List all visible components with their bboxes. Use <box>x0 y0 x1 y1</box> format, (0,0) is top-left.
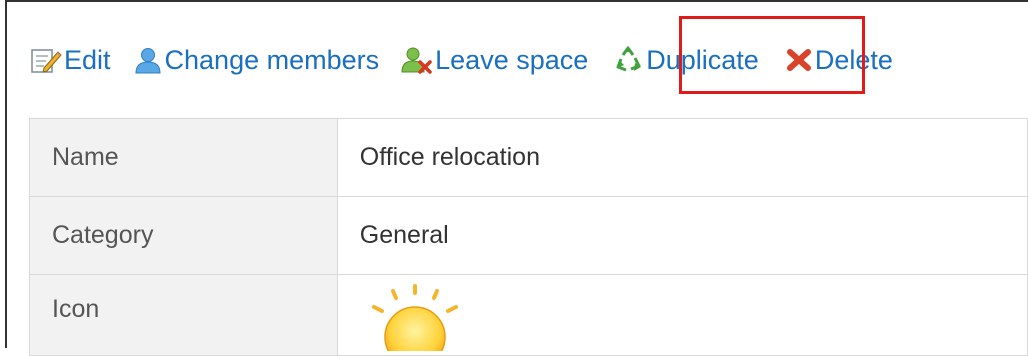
user-icon <box>133 46 163 74</box>
category-label: Category <box>29 196 338 275</box>
table-row: Category General <box>29 196 1028 275</box>
table-row: Icon <box>29 274 1028 356</box>
leave-user-icon <box>401 46 433 74</box>
table-row: Name Office relocation <box>29 118 1028 197</box>
icon-value <box>336 274 1028 356</box>
window-top-border <box>5 0 1028 2</box>
edit-icon <box>30 46 62 74</box>
name-value: Office relocation <box>336 118 1028 197</box>
window-left-border <box>5 0 7 348</box>
sun-icon <box>371 284 458 351</box>
edit-button[interactable]: Edit <box>30 45 111 76</box>
change-members-button[interactable]: Change members <box>133 44 380 76</box>
leave-space-button[interactable]: Leave space <box>401 45 588 76</box>
category-value: General <box>336 196 1028 275</box>
name-label: Name <box>29 118 338 197</box>
leave-space-label: Leave space <box>435 44 589 75</box>
icon-label: Icon <box>29 274 338 356</box>
change-members-label: Change members <box>164 44 380 75</box>
edit-label: Edit <box>64 44 111 75</box>
duplicate-highlight-box <box>679 16 865 94</box>
recycle-icon <box>614 45 644 75</box>
space-details-table: Name Office relocation Category General … <box>29 118 1028 356</box>
